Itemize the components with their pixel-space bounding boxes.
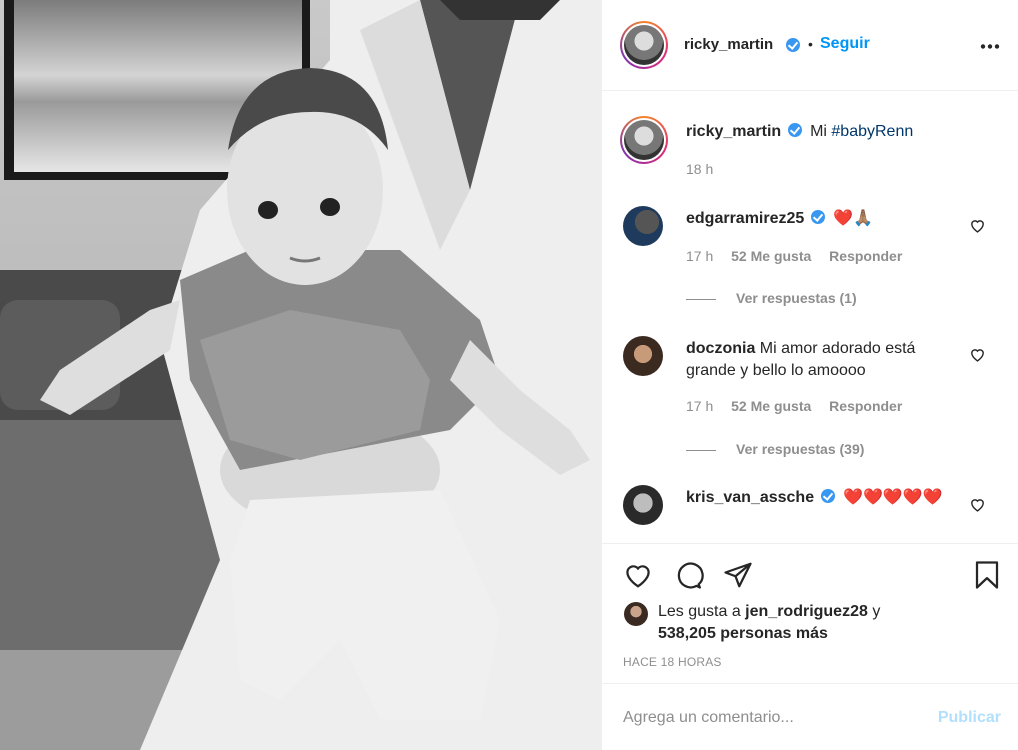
more-options-icon[interactable] (980, 44, 1000, 49)
post-photo[interactable] (0, 0, 601, 750)
baby-photo-illustration (0, 0, 601, 750)
comment-time: 17 h (686, 398, 714, 414)
post-actions: Les gusta a jen_rodriguez28 y 538,205 pe… (602, 543, 1018, 683)
verified-badge-icon (787, 123, 802, 137)
comment-likes[interactable]: 52 Me gusta (731, 398, 811, 414)
follow-button[interactable]: Seguir (820, 35, 870, 53)
likes-count[interactable]: 538,205 personas más (658, 625, 828, 642)
view-replies-button[interactable]: Ver respuestas (1) (686, 290, 857, 306)
likes-prefix: Les gusta a (658, 603, 746, 620)
comment-likes[interactable]: 52 Me gusta (731, 248, 811, 264)
like-comment-heart-icon[interactable] (969, 217, 986, 234)
comment-username[interactable]: kris_van_assche (686, 489, 814, 506)
caption-time: 18 h (686, 161, 714, 177)
add-comment-bar: Publicar (602, 683, 1018, 750)
caption-hashtag[interactable]: #babyRenn (831, 123, 913, 140)
comment-text: doczonia Mi amor adorado está grande y b… (686, 338, 956, 382)
comment-avatar[interactable] (623, 485, 663, 525)
likes-mid: y (867, 603, 881, 620)
post-panel: ricky_martin • Seguir ricky_martin Mi #b… (601, 0, 1018, 750)
separator-dot: • (808, 36, 813, 52)
author-avatar[interactable] (620, 21, 668, 69)
save-bookmark-icon[interactable] (972, 559, 1002, 591)
comment-username[interactable]: doczonia (686, 340, 755, 357)
comment-meta: 17 h 52 Me gusta Responder (686, 398, 902, 414)
reply-button[interactable]: Responder (829, 248, 902, 264)
comment-body: ❤️🙏🏽 (833, 210, 874, 227)
publish-button[interactable]: Publicar (938, 709, 1001, 727)
like-comment-heart-icon[interactable] (969, 346, 986, 363)
comment-avatar[interactable] (623, 336, 663, 376)
caption-avatar[interactable] (620, 116, 668, 164)
view-replies-button[interactable]: Ver respuestas (39) (686, 441, 864, 457)
author-username[interactable]: ricky_martin (684, 36, 773, 53)
comment-avatar[interactable] (623, 206, 663, 246)
comment-body: ❤️❤️❤️❤️❤️ (843, 489, 943, 506)
comment-time: 17 h (686, 248, 714, 264)
comment-input[interactable] (623, 706, 923, 730)
comment-username[interactable]: edgarramirez25 (686, 210, 804, 227)
comment-text: kris_van_assche ❤️❤️❤️❤️❤️ (686, 487, 956, 509)
caption-body: Mi (810, 123, 832, 140)
verified-badge-icon (810, 210, 825, 224)
liker-username[interactable]: jen_rodriguez28 (745, 603, 868, 620)
likes-summary: Les gusta a jen_rodriguez28 y 538,205 pe… (658, 601, 880, 645)
caption-text: ricky_martin Mi #babyRenn (686, 121, 913, 143)
verified-badge-icon (820, 489, 835, 503)
comment-bubble-icon[interactable] (672, 560, 704, 590)
comments-list[interactable]: ricky_martin Mi #babyRenn 18 h edgarrami… (602, 92, 1018, 543)
reply-button[interactable]: Responder (829, 398, 902, 414)
like-comment-heart-icon[interactable] (969, 496, 986, 513)
liker-avatar[interactable] (624, 602, 648, 626)
verified-badge-icon (786, 38, 800, 52)
share-send-icon[interactable] (722, 560, 754, 590)
post-header: ricky_martin • Seguir (602, 0, 1018, 91)
post-timestamp[interactable]: HACE 18 HORAS (623, 655, 722, 669)
comment-meta: 17 h 52 Me gusta Responder (686, 248, 902, 264)
caption-username[interactable]: ricky_martin (686, 123, 781, 140)
like-heart-icon[interactable] (622, 560, 654, 590)
comment-text: edgarramirez25 ❤️🙏🏽 (686, 208, 873, 230)
